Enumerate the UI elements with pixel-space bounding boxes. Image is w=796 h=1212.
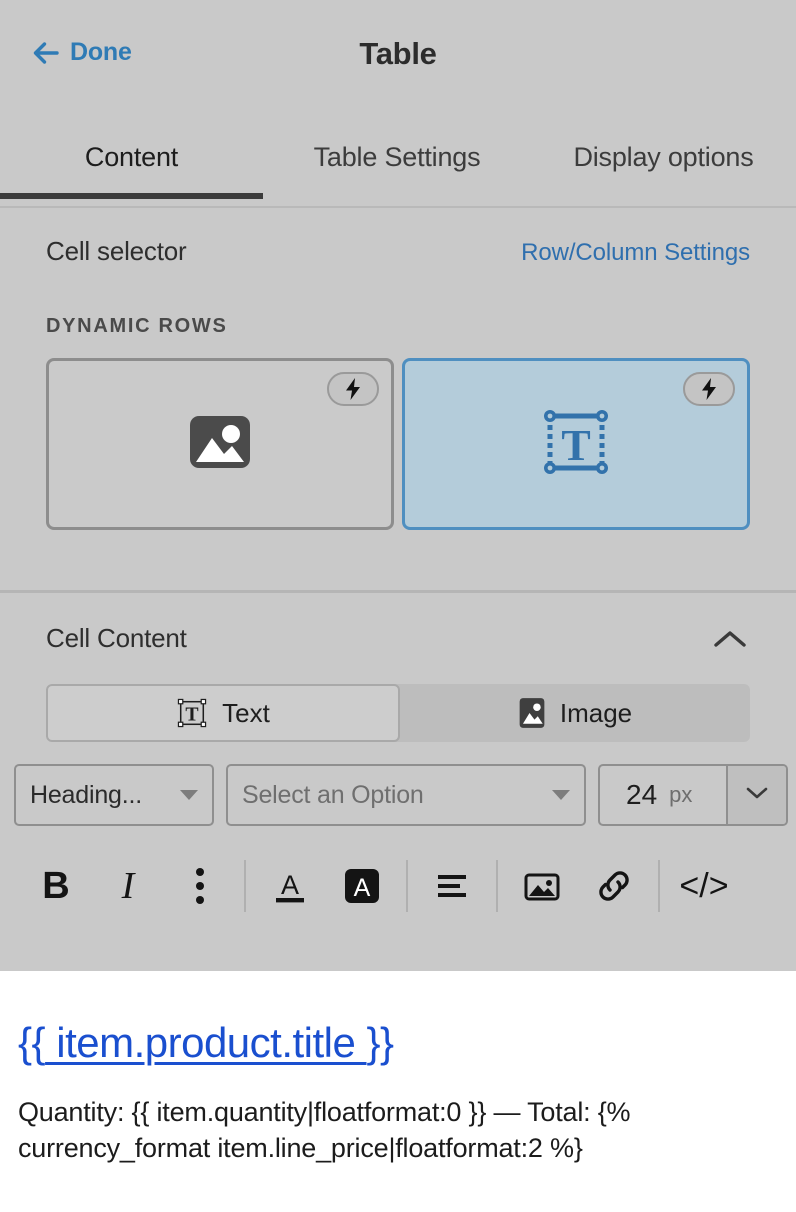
svg-text:A: A	[281, 870, 299, 900]
font-size-dropdown-button[interactable]	[726, 766, 786, 824]
cell-tile-image[interactable]	[46, 358, 394, 530]
text-box-icon: T	[176, 697, 208, 729]
tab-display-options[interactable]: Display options	[531, 118, 796, 196]
toolbar-divider	[496, 860, 498, 912]
align-left-icon[interactable]	[416, 850, 488, 922]
row-column-settings-link[interactable]: Row/Column Settings	[521, 239, 750, 267]
italic-label: I	[122, 864, 135, 908]
link-icon[interactable]	[578, 850, 650, 922]
cell-tile-text[interactable]: T	[402, 358, 750, 530]
font-size-stepper[interactable]: 24 px	[598, 764, 788, 826]
svg-text:T: T	[186, 704, 199, 726]
heading-style-select[interactable]: Heading...	[14, 764, 214, 826]
heading-style-value: Heading...	[30, 781, 142, 810]
svg-text:T: T	[561, 421, 590, 470]
tab-table-settings-label: Table Settings	[314, 142, 481, 173]
image-icon[interactable]	[506, 850, 578, 922]
preview-heading-link[interactable]: item.product.title	[45, 1019, 366, 1066]
italic-icon[interactable]: I	[92, 850, 164, 922]
content-preview[interactable]: {{ item.product.title }} Quantity: {{ it…	[0, 971, 796, 1212]
font-size-input[interactable]: 24 px	[600, 766, 726, 824]
more-vertical-icon[interactable]	[164, 850, 236, 922]
dynamic-rows-label: DYNAMIC ROWS	[46, 315, 750, 338]
cell-content-type-toggle: T Text Image	[46, 684, 750, 742]
panel-header: Done Table	[0, 0, 796, 118]
lightning-bolt-icon[interactable]	[327, 372, 379, 406]
text-color-icon[interactable]: A	[254, 850, 326, 922]
preview-heading-prefix: {{	[18, 1019, 45, 1066]
cell-content-section: Cell Content	[0, 593, 796, 971]
bold-icon[interactable]: B	[20, 850, 92, 922]
text-box-icon: T	[540, 406, 612, 483]
segment-text-label: Text	[222, 698, 270, 729]
chevron-down-icon	[180, 790, 198, 800]
code-label: </>	[679, 867, 728, 906]
toolbar-divider	[406, 860, 408, 912]
preview-heading: {{ item.product.title }}	[18, 1019, 778, 1067]
text-style-controls: Heading... Select an Option 24 px	[0, 764, 796, 826]
table-editor-panel: Done Table Content Table Settings Displa…	[0, 0, 796, 1212]
option-select-value: Select an Option	[242, 781, 424, 810]
svg-text:A: A	[354, 874, 371, 902]
cell-selector-title: Cell selector	[46, 236, 186, 267]
chevron-down-icon	[552, 790, 570, 800]
lightning-bolt-icon[interactable]	[683, 372, 735, 406]
cell-selector-section: Cell selector Row/Column Settings DYNAMI…	[0, 208, 796, 590]
cell-selector-header: Cell selector Row/Column Settings	[46, 208, 750, 267]
cell-content-title: Cell Content	[46, 623, 187, 654]
preview-body: Quantity: {{ item.quantity|floatformat:0…	[18, 1095, 718, 1167]
segment-image[interactable]: Image	[400, 684, 750, 742]
cell-tiles-row: T	[46, 358, 750, 530]
font-size-value: 24	[626, 779, 657, 811]
toolbar-divider	[244, 860, 246, 912]
tab-table-settings[interactable]: Table Settings	[263, 118, 531, 196]
tab-content-label: Content	[85, 142, 178, 173]
font-size-unit: px	[669, 782, 692, 808]
chevron-down-icon	[744, 784, 770, 807]
segment-text[interactable]: T Text	[46, 684, 400, 742]
image-icon	[188, 410, 252, 479]
page-title: Table	[0, 36, 796, 72]
option-select[interactable]: Select an Option	[226, 764, 586, 826]
code-icon[interactable]: </>	[668, 850, 740, 922]
tab-bar: Content Table Settings Display options	[0, 118, 796, 208]
rich-text-toolbar: B I A A	[0, 848, 796, 924]
segment-image-label: Image	[560, 698, 632, 729]
preview-heading-suffix: }}	[367, 1019, 394, 1066]
image-icon	[518, 696, 546, 730]
chevron-up-icon[interactable]	[710, 626, 750, 652]
bold-label: B	[42, 865, 69, 908]
tab-display-options-label: Display options	[573, 142, 753, 173]
tab-content[interactable]: Content	[0, 118, 263, 196]
cell-content-header[interactable]: Cell Content	[0, 593, 796, 654]
toolbar-divider	[658, 860, 660, 912]
highlight-icon[interactable]: A	[326, 850, 398, 922]
